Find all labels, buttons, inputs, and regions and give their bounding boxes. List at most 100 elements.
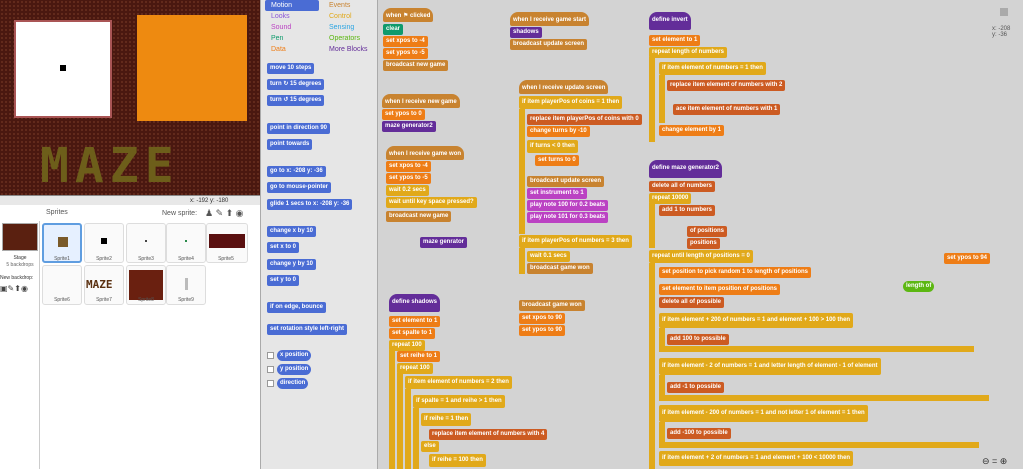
block-wait-0-1[interactable]: wait 0.1 secs — [527, 251, 570, 262]
block-if-minus-2[interactable]: if item element - 2 of numbers = 1 and l… — [659, 358, 881, 375]
block-bounce[interactable]: if on edge, bounce — [267, 302, 327, 313]
stage[interactable]: MAZE — [0, 0, 260, 196]
block-rotation-style[interactable]: set rotation style left-right — [267, 324, 348, 335]
zoom-controls[interactable]: ⊖ = ⊕ — [982, 456, 1007, 467]
block-of-positions[interactable]: of positions — [687, 226, 727, 237]
block-maze-generator2[interactable]: maze generator2 — [382, 121, 436, 132]
block-positions[interactable]: positions — [687, 238, 720, 249]
reporter-length-of[interactable]: length of — [903, 281, 935, 292]
block-set-element-1[interactable]: set element to 1 — [649, 35, 701, 46]
hat-when-flag-clicked[interactable]: when ⚑ clicked — [383, 8, 434, 22]
block-if-spalte-reihe[interactable]: if spalte = 1 and reihe > 1 then — [413, 395, 505, 408]
block-set-spalte[interactable]: set spalte to 1 — [389, 328, 436, 339]
sprite-tools-icons[interactable]: ♟ ✎ ⬆ ◉ — [205, 208, 244, 219]
backdrop-tools-icons[interactable]: ▣✎⬆◉ — [0, 284, 28, 293]
script-area[interactable]: x: -208 y: -36 when ⚑ clicked clear set … — [378, 0, 1023, 469]
block-point-towards[interactable]: point towards — [267, 139, 313, 150]
block-if-invert[interactable]: if item element of numbers = 1 then — [659, 62, 766, 75]
block-add-1-numbers[interactable]: add 1 to numbers — [659, 205, 716, 216]
block-go-to[interactable]: go to mouse-pointer — [267, 182, 331, 193]
block-broadcast-new-game-2[interactable]: broadcast new game — [386, 211, 452, 222]
reporter-y-position[interactable]: y position — [277, 364, 312, 375]
block-replace-item-4[interactable]: replace item element of numbers with 4 — [429, 429, 548, 440]
block-set-reihe[interactable]: set reihe to 1 — [397, 351, 441, 362]
checkbox-direction[interactable] — [267, 380, 274, 387]
block-play-note-101[interactable]: play note 101 for 0.3 beats — [527, 212, 609, 223]
block-if-turns[interactable]: if turns < 0 then — [527, 140, 578, 153]
block-change-x[interactable]: change x by 10 — [267, 226, 317, 237]
block-if-plus-2[interactable]: if item element + 2 of numbers = 1 and e… — [659, 451, 854, 466]
category-looks[interactable]: Looks — [265, 11, 290, 22]
block-wait-until[interactable]: wait until key space pressed? — [386, 197, 477, 208]
block-add-minus-100[interactable]: add -100 to possible — [667, 428, 731, 439]
block-point-direction[interactable]: point in direction 90 — [267, 123, 331, 134]
category-more-blocks[interactable]: More Blocks — [323, 44, 368, 55]
block-set-ypos-90[interactable]: set ypos to 90 — [519, 325, 566, 336]
block-if-item-equals-2[interactable]: if item element of numbers = 2 then — [405, 376, 512, 389]
block-shadows[interactable]: shadows — [510, 27, 542, 38]
block-change-y[interactable]: change y by 10 — [267, 259, 317, 270]
reporter-x-position[interactable]: x position — [277, 350, 312, 361]
block-set-element-pos[interactable]: set element to item position of position… — [659, 284, 781, 295]
block-set-xpos-90[interactable]: set xpos to 90 — [519, 313, 566, 324]
block-maze-genrator[interactable]: maze genrator — [420, 237, 468, 248]
block-else[interactable]: else — [421, 441, 439, 452]
block-play-note-100[interactable]: play note 100 for 0.2 beats — [527, 200, 609, 211]
block-broadcast-game-won[interactable]: broadcast game won — [527, 263, 593, 274]
block-delete-all-numbers[interactable]: delete all of numbers — [649, 181, 716, 192]
stage-thumbnail[interactable] — [2, 223, 38, 251]
block-broadcast-new-game[interactable]: broadcast new game — [383, 60, 449, 71]
block-if-coins[interactable]: if item playerPos of coins = 1 then — [519, 96, 623, 109]
checkbox-x-position[interactable] — [267, 352, 274, 359]
block-replace-with-1[interactable]: ace item element of numbers with 1 — [673, 104, 781, 115]
block-replace-coins[interactable]: replace item playerPos of coins with 0 — [527, 114, 642, 125]
block-set-xpos-2[interactable]: set xpos to -4 — [386, 161, 431, 172]
block-broadcast-update-screen[interactable]: broadcast update screen — [510, 39, 588, 50]
category-sound[interactable]: Sound — [265, 22, 291, 33]
block-set-ypos-2[interactable]: set ypos to -5 — [386, 173, 431, 184]
category-pen[interactable]: Pen — [265, 33, 283, 44]
block-set-x[interactable]: set x to 0 — [267, 242, 300, 253]
block-set-instrument[interactable]: set instrument to 1 — [527, 188, 587, 199]
block-if-minus-200[interactable]: if item element - 200 of numbers = 1 and… — [659, 405, 868, 422]
block-change-element[interactable]: change element by 1 — [659, 125, 725, 136]
category-data[interactable]: Data — [265, 44, 286, 55]
block-glide[interactable]: glide 1 secs to x: -208 y: -36 — [267, 199, 353, 210]
define-invert[interactable]: define invert — [649, 12, 691, 30]
category-operators[interactable]: Operators — [323, 33, 360, 44]
block-add-minus-1[interactable]: add -1 to possible — [667, 382, 725, 393]
block-set-element[interactable]: set element to 1 — [389, 316, 441, 327]
block-turn-left[interactable]: turn ↺ 15 degrees — [267, 95, 325, 106]
hat-when-receive-new-game[interactable]: when I receive new game — [382, 94, 460, 108]
block-go-to-xy[interactable]: go to x: -208 y: -36 — [267, 166, 326, 177]
block-broadcast-update-2[interactable]: broadcast update screen — [527, 176, 605, 187]
block-set-xpos[interactable]: set xpos to -4 — [383, 36, 428, 47]
block-set-turns-0[interactable]: set turns to 0 — [535, 155, 579, 166]
block-if-plus-200[interactable]: if item element + 200 of numbers = 1 and… — [659, 313, 854, 328]
category-events[interactable]: Events — [323, 0, 350, 11]
block-set-y[interactable]: set y to 0 — [267, 275, 300, 286]
category-control[interactable]: Control — [323, 11, 352, 22]
block-repeat-until[interactable]: repeat until length of positions = 0 — [649, 250, 753, 263]
block-change-turns[interactable]: change turns by -10 — [527, 126, 590, 137]
block-broadcast-game-won-2[interactable]: broadcast game won — [519, 300, 585, 311]
block-if-player-numbers[interactable]: if item playerPos of numbers = 3 then — [519, 235, 632, 248]
define-maze-generator2[interactable]: define maze generator2 — [649, 160, 723, 178]
hat-when-receive-game-start[interactable]: when I receive game start — [510, 12, 590, 26]
block-if-reihe-100[interactable]: if reihe = 100 then — [429, 454, 486, 467]
block-if-reihe-1[interactable]: if reihe = 1 then — [421, 413, 472, 426]
reporter-direction[interactable]: direction — [277, 378, 309, 389]
block-turn-right[interactable]: turn ↻ 15 degrees — [267, 79, 325, 90]
checkbox-y-position[interactable] — [267, 366, 274, 373]
hat-when-receive-game-won[interactable]: when I receive game won — [386, 146, 465, 160]
block-move-steps[interactable]: move 10 steps — [267, 63, 315, 74]
block-set-position[interactable]: set position to pick random 1 to length … — [659, 267, 812, 278]
block-clear[interactable]: clear — [383, 24, 404, 35]
block-set-ypos-94[interactable]: set ypos to 94 — [944, 253, 991, 264]
block-add-100[interactable]: add 100 to possible — [667, 334, 729, 345]
category-motion[interactable]: Motion — [265, 0, 319, 11]
block-set-ypos[interactable]: set ypos to -5 — [383, 48, 428, 59]
block-wait-secs[interactable]: wait 0.2 secs — [386, 185, 429, 196]
block-repeat-length[interactable]: repeat length of numbers — [649, 47, 728, 58]
block-set-ypos-0[interactable]: set ypos to 0 — [382, 109, 425, 120]
